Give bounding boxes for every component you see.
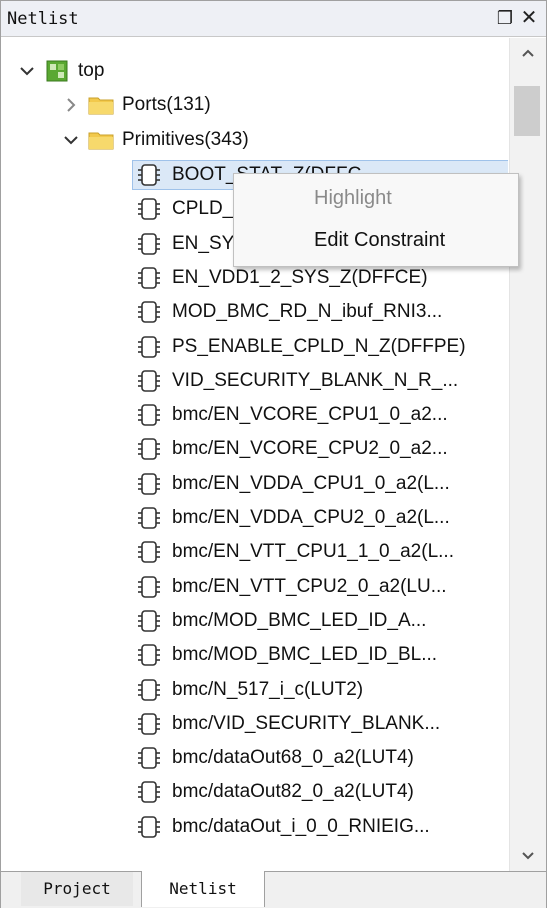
- netlist-tree[interactable]: top Ports(131) Primitives(343) CPLD_ EN_…: [2, 38, 508, 871]
- tree-node-label: Primitives(343): [122, 129, 249, 150]
- tree-node-primitive[interactable]: bmc/dataOut_i_0_0_RNIEIG...: [136, 811, 430, 843]
- tree-node-label: CPLD_: [172, 198, 234, 220]
- folder-icon: [88, 92, 114, 118]
- primitive-cell-icon: [136, 436, 162, 462]
- primitive-cell-icon: [136, 196, 162, 222]
- tree-node-label: EN_VDD1_2_SYS_Z(DFFCE): [172, 266, 428, 288]
- bottom-tab-bar: Project Netlist: [1, 871, 546, 908]
- primitive-cell-icon: [136, 265, 162, 291]
- tree-node-label: VID_SECURITY_BLANK_N_R_...: [172, 369, 459, 391]
- tree-node-label: bmc/dataOut82_0_a2(LUT4): [172, 781, 414, 803]
- panel-title: Netlist: [7, 9, 79, 29]
- tab-netlist[interactable]: Netlist: [141, 871, 265, 907]
- tree-node-label: bmc/EN_VCORE_CPU2_0_a2...: [172, 438, 448, 460]
- tree-node-primitive[interactable]: bmc/MOD_BMC_LED_ID_BL...: [136, 639, 437, 671]
- primitive-cell-icon: [136, 814, 162, 840]
- float-window-icon[interactable]: ❐: [495, 7, 515, 29]
- tree-node-primitive[interactable]: CPLD_: [136, 193, 233, 225]
- design-top-icon: [44, 58, 70, 84]
- scroll-up-icon[interactable]: [510, 38, 546, 68]
- scroll-down-icon[interactable]: [510, 841, 546, 871]
- tree-node-primitive[interactable]: bmc/EN_VCORE_CPU2_0_a2...: [136, 433, 448, 465]
- tree-node-label: bmc/dataOut68_0_a2(LUT4): [172, 747, 414, 769]
- tree-node-label: PS_ENABLE_CPLD_N_Z(DFFPE): [172, 335, 466, 357]
- tree-node-label: bmc/dataOut_i_0_0_RNIEIG...: [172, 815, 430, 837]
- folder-icon: [88, 127, 114, 153]
- context-menu: Highlight Edit Constraint: [233, 173, 519, 267]
- menu-item-edit-constraint[interactable]: Edit Constraint: [234, 220, 518, 260]
- primitive-cell-icon: [136, 505, 162, 531]
- netlist-panel: Netlist ❐ ✕ top Ports(131) Primitives(34…: [0, 0, 547, 908]
- tree-node-label: bmc/MOD_BMC_LED_ID_BL...: [172, 644, 438, 666]
- tree-node-primitive[interactable]: VID_SECURITY_BLANK_N_R_...: [136, 365, 458, 397]
- primitive-cell-icon: [136, 539, 162, 565]
- chevron-down-icon[interactable]: [60, 124, 82, 156]
- primitive-cell-icon: [136, 402, 162, 428]
- tree-node-label: Ports(131): [122, 94, 211, 115]
- primitive-cell-icon: [136, 299, 162, 325]
- primitive-cell-icon: [136, 574, 162, 600]
- primitive-cell-icon: [136, 231, 162, 257]
- tree-node-primitive[interactable]: MOD_BMC_RD_N_ibuf_RNI3...: [136, 296, 442, 328]
- tab-project[interactable]: Project: [21, 872, 133, 906]
- tree-node-ports[interactable]: Ports(131): [60, 89, 211, 121]
- tree-node-label: bmc/N_517_i_c(LUT2): [172, 678, 364, 700]
- vertical-scrollbar[interactable]: [509, 38, 546, 871]
- tree-node-label: bmc/EN_VTT_CPU2_0_a2(LU...: [172, 575, 447, 597]
- tree-node-primitive[interactable]: bmc/N_517_i_c(LUT2): [136, 674, 363, 706]
- tree-node-primitive[interactable]: bmc/VID_SECURITY_BLANK...: [136, 708, 440, 740]
- tree-node-label: bmc/EN_VDDA_CPU1_0_a2(L...: [172, 472, 450, 494]
- tree-node-primitive[interactable]: bmc/dataOut68_0_a2(LUT4): [136, 742, 414, 774]
- panel-titlebar: Netlist ❐ ✕: [1, 1, 546, 37]
- tree-node-label: bmc/EN_VTT_CPU1_1_0_a2(L...: [172, 541, 454, 563]
- tree-node-primitive[interactable]: bmc/MOD_BMC_LED_ID_A...: [136, 605, 426, 637]
- tree-node-primitive[interactable]: PS_ENABLE_CPLD_N_Z(DFFPE): [136, 331, 466, 363]
- primitive-cell-icon: [136, 608, 162, 634]
- primitive-cell-icon: [136, 334, 162, 360]
- close-icon[interactable]: ✕: [519, 7, 539, 29]
- primitive-cell-icon: [136, 745, 162, 771]
- tree-node-primitive[interactable]: EN_SY: [136, 228, 234, 260]
- tree-node-label: bmc/VID_SECURITY_BLANK...: [172, 712, 441, 734]
- primitive-cell-icon: [136, 642, 162, 668]
- tree-node-label: EN_SY: [172, 232, 235, 254]
- tree-node-label: bmc/EN_VCORE_CPU1_0_a2...: [172, 404, 448, 426]
- primitive-cell-icon: [136, 677, 162, 703]
- primitive-cell-icon: [136, 162, 162, 188]
- primitive-cell-icon: [136, 711, 162, 737]
- tree-node-primitive[interactable]: bmc/EN_VTT_CPU2_0_a2(LU...: [136, 571, 447, 603]
- tree-node-label: MOD_BMC_RD_N_ibuf_RNI3...: [172, 301, 443, 323]
- primitive-cell-icon: [136, 471, 162, 497]
- tree-node-primitive[interactable]: bmc/EN_VDDA_CPU2_0_a2(L...: [136, 502, 450, 534]
- tree-node-label: bmc/EN_VDDA_CPU2_0_a2(L...: [172, 507, 450, 528]
- tree-node-label: bmc/MOD_BMC_LED_ID_A...: [172, 609, 427, 631]
- tree-node-primitive[interactable]: bmc/dataOut82_0_a2(LUT4): [136, 776, 414, 808]
- chevron-down-icon[interactable]: [16, 55, 38, 87]
- menu-item-highlight[interactable]: Highlight: [234, 178, 518, 218]
- scroll-thumb[interactable]: [514, 86, 540, 136]
- tree-node-label: top: [78, 60, 105, 81]
- tree-node-primitive[interactable]: bmc/EN_VDDA_CPU1_0_a2(L...: [136, 468, 450, 500]
- tree-node-primitive[interactable]: bmc/EN_VCORE_CPU1_0_a2...: [136, 399, 448, 431]
- chevron-right-icon[interactable]: [60, 89, 82, 121]
- primitive-cell-icon: [136, 368, 162, 394]
- tree-node-top[interactable]: top: [16, 55, 104, 87]
- tree-node-primitives[interactable]: Primitives(343): [60, 124, 249, 156]
- primitive-cell-icon: [136, 779, 162, 805]
- tree-node-primitive[interactable]: bmc/EN_VTT_CPU1_1_0_a2(L...: [136, 536, 454, 568]
